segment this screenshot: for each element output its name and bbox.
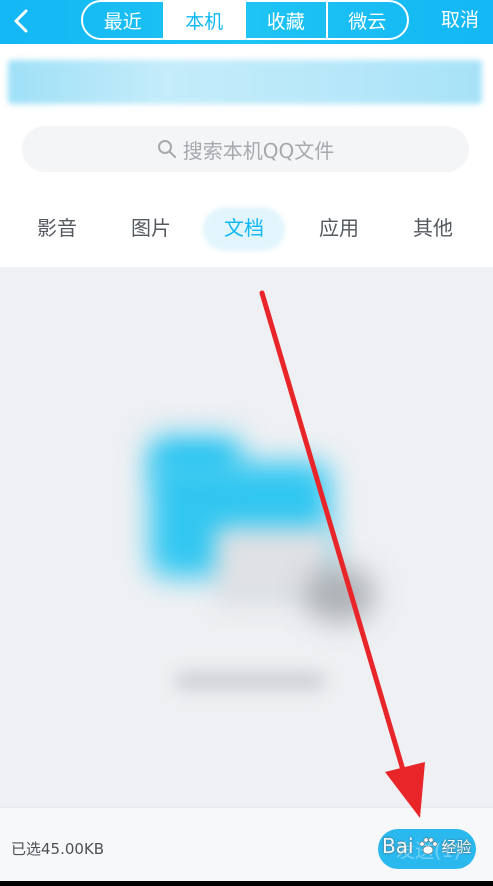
tab-favorites[interactable]: 收藏 [246, 2, 328, 38]
category-images[interactable]: 图片 [128, 205, 174, 251]
cancel-button[interactable]: 取消 [441, 0, 479, 40]
category-documents[interactable]: 文档 [221, 205, 267, 251]
file-list-area [0, 267, 493, 807]
screen-bottom-edge [0, 881, 493, 886]
chevron-left-icon[interactable] [6, 5, 36, 37]
blurred-banner [8, 60, 482, 104]
baidu-watermark: Bai 经验 [382, 834, 472, 858]
paw-logo-icon [419, 837, 438, 855]
source-tab-group: 最近 本机 收藏 微云 [81, 0, 409, 40]
category-media[interactable]: 影音 [34, 205, 80, 251]
search-icon [157, 140, 176, 158]
category-other[interactable]: 其他 [410, 205, 456, 251]
tab-local[interactable]: 本机 [164, 2, 246, 38]
tab-recent[interactable]: 最近 [83, 2, 165, 38]
category-apps[interactable]: 应用 [316, 205, 362, 251]
selected-size-label: 已选45.00KB [11, 840, 105, 858]
top-bar: 最近 本机 收藏 微云 取消 [0, 0, 493, 44]
watermark-text-right: 经验 [441, 837, 472, 856]
bottom-bar: 已选45.00KB 发送(1) Bai 经验 [0, 807, 493, 881]
tab-weiyun[interactable]: 微云 [328, 2, 408, 38]
watermark-text-left: Bai [382, 834, 414, 858]
search-input[interactable]: 搜索本机QQ文件 [22, 126, 469, 172]
blurred-caption [175, 672, 325, 690]
category-tabs: 影音 图片 文档 应用 其他 [0, 205, 493, 253]
blurred-shadow [305, 567, 375, 622]
search-placeholder: 搜索本机QQ文件 [182, 138, 335, 163]
